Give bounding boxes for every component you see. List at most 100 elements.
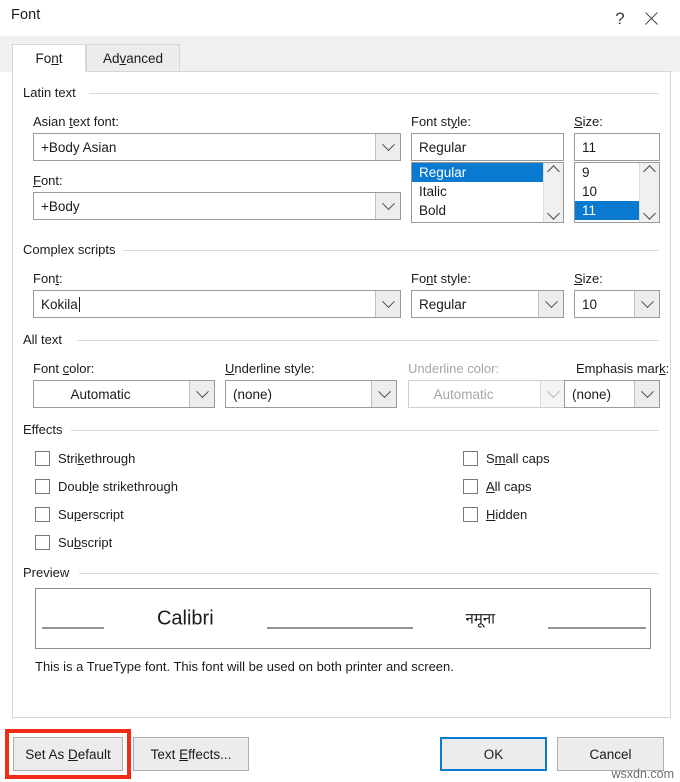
complex-font-combo[interactable]: Kokila (33, 290, 401, 318)
preview-latin-sample: Calibri (157, 607, 214, 630)
set-as-default-label: Set As Default (25, 747, 111, 762)
latin-font-value: +Body (34, 199, 375, 214)
checkbox-superscript[interactable]: Superscript (35, 505, 124, 523)
ok-button[interactable]: OK (440, 737, 547, 771)
latin-font-style-field[interactable]: Regular (411, 133, 564, 161)
group-rule-all-text (77, 340, 659, 341)
chevron-down-icon[interactable] (371, 381, 396, 407)
checkbox-label: Strikethrough (58, 451, 135, 466)
chevron-down-icon[interactable] (538, 291, 563, 317)
checkbox-small-caps[interactable]: Small caps (463, 449, 550, 467)
font-preview-box: Calibri नमूना (35, 588, 651, 649)
cancel-button[interactable]: Cancel (557, 737, 664, 771)
complex-font-style-combo[interactable]: Regular (411, 290, 564, 318)
list-item[interactable]: Italic (412, 182, 543, 201)
asian-text-font-value: +Body Asian (34, 140, 375, 155)
complex-font-style-value: Regular (412, 297, 538, 312)
underline-color-value: Automatic (409, 387, 540, 402)
latin-size-options: 9 10 11 (575, 163, 639, 222)
cancel-label: Cancel (589, 747, 631, 762)
latin-font-style-value: Regular (412, 140, 466, 155)
close-icon (643, 10, 660, 27)
group-rule-latin-text (89, 93, 659, 94)
font-dialog-panel: Latin text Asian text font: +Body Asian … (12, 71, 671, 718)
emphasis-mark-value: (none) (565, 387, 634, 402)
chevron-down-icon[interactable] (189, 381, 214, 407)
group-rule-preview (79, 573, 659, 574)
checkbox-box[interactable] (35, 507, 50, 522)
tab-advanced[interactable]: Advanced (86, 44, 180, 72)
preview-rule (548, 627, 646, 628)
checkbox-hidden[interactable]: Hidden (463, 505, 527, 523)
tab-font-label: Font (35, 51, 62, 66)
chevron-down-icon (540, 381, 565, 407)
title-bar: Font ? (0, 0, 680, 36)
checkbox-all-caps[interactable]: All caps (463, 477, 532, 495)
latin-size-listbox[interactable]: 9 10 11 (574, 162, 660, 223)
checkbox-label: Small caps (486, 451, 550, 466)
watermark: wsxdn.com (611, 767, 674, 781)
checkbox-box[interactable] (35, 535, 50, 550)
font-color-value: Automatic (34, 387, 189, 402)
underline-color-label: Underline color: (408, 361, 499, 376)
text-effects-label: Text Effects... (151, 747, 232, 762)
latin-font-style-scrollbar[interactable] (543, 163, 563, 222)
list-item[interactable]: Bold (412, 201, 543, 220)
chevron-down-icon[interactable] (634, 291, 659, 317)
underline-style-label: Underline style: (225, 361, 315, 376)
underline-color-combo: Automatic (408, 380, 566, 408)
underline-style-combo[interactable]: (none) (225, 380, 397, 408)
checkbox-box[interactable] (463, 507, 478, 522)
asian-text-font-label: Asian text font: (33, 114, 119, 129)
checkbox-box[interactable] (463, 479, 478, 494)
checkbox-box[interactable] (463, 451, 478, 466)
chevron-down-icon[interactable] (375, 134, 400, 160)
emphasis-mark-combo[interactable]: (none) (564, 380, 660, 408)
complex-font-label: Font: (33, 271, 63, 286)
text-cursor (79, 297, 80, 312)
group-rule-complex-scripts (123, 250, 659, 251)
scroll-down-icon[interactable] (643, 207, 656, 220)
checkbox-box[interactable] (35, 451, 50, 466)
checkbox-strikethrough[interactable]: Strikethrough (35, 449, 135, 467)
text-effects-button[interactable]: Text Effects... (133, 737, 249, 771)
latin-font-combo[interactable]: +Body (33, 192, 401, 220)
chevron-down-icon[interactable] (634, 381, 659, 407)
scroll-up-icon[interactable] (643, 165, 656, 178)
complex-size-combo[interactable]: 10 (574, 290, 660, 318)
close-button[interactable] (628, 0, 674, 36)
preview-rule (335, 627, 413, 628)
latin-size-scrollbar[interactable] (639, 163, 659, 222)
underline-style-value: (none) (226, 387, 371, 402)
list-item[interactable]: 9 (575, 163, 639, 182)
set-as-default-button[interactable]: Set As Default (13, 737, 123, 771)
latin-size-field[interactable]: 11 (574, 133, 660, 161)
list-item[interactable]: 10 (575, 182, 639, 201)
list-item[interactable]: Regular (412, 163, 543, 182)
chevron-down-icon[interactable] (375, 291, 400, 317)
complex-font-value: Kokila (34, 297, 375, 312)
checkbox-label: Hidden (486, 507, 527, 522)
checkbox-subscript[interactable]: Subscript (35, 533, 112, 551)
latin-font-label: Font: (33, 173, 63, 188)
chevron-down-icon[interactable] (375, 193, 400, 219)
latin-font-style-listbox[interactable]: Regular Italic Bold (411, 162, 564, 223)
complex-size-value: 10 (575, 297, 634, 312)
group-label-all-text: All text (23, 332, 68, 347)
preview-rule (42, 627, 104, 628)
latin-size-label: Size: (574, 114, 603, 129)
checkbox-box[interactable] (35, 479, 50, 494)
scroll-down-icon[interactable] (547, 207, 560, 220)
preview-note: This is a TrueType font. This font will … (35, 659, 454, 674)
emphasis-mark-label: Emphasis mark: (576, 361, 669, 376)
tab-font[interactable]: Font (12, 44, 86, 72)
asian-text-font-combo[interactable]: +Body Asian (33, 133, 401, 161)
font-color-combo[interactable]: Automatic (33, 380, 215, 408)
scroll-up-icon[interactable] (547, 165, 560, 178)
group-label-preview: Preview (23, 565, 75, 580)
group-rule-effects (71, 430, 659, 431)
checkbox-double-strikethrough[interactable]: Double strikethrough (35, 477, 178, 495)
group-label-effects: Effects (23, 422, 69, 437)
group-label-latin-text: Latin text (23, 85, 82, 100)
list-item[interactable]: 11 (575, 201, 639, 220)
